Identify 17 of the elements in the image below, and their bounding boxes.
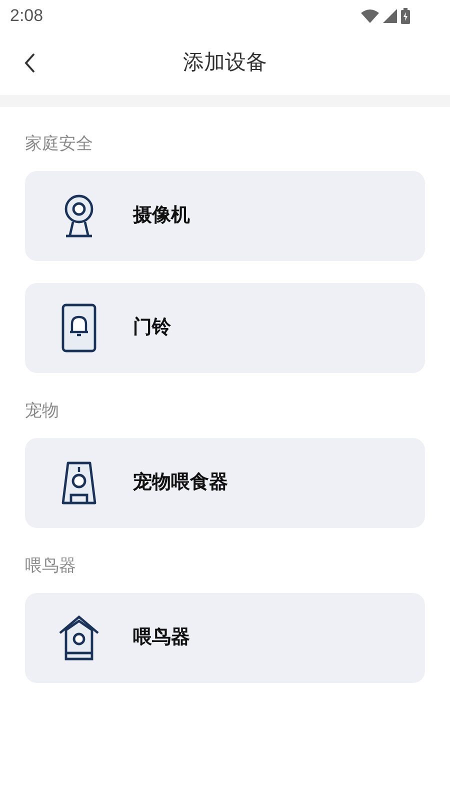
doorbell-icon xyxy=(61,303,97,353)
device-card[interactable]: 摄像机 xyxy=(25,171,425,261)
section-title: 宠物 xyxy=(25,400,60,422)
device-card[interactable]: 喂鸟器 xyxy=(25,593,425,683)
status-time: 2:08 xyxy=(10,4,44,27)
section-title: 家庭安全 xyxy=(25,133,94,155)
webcam-icon xyxy=(62,194,96,238)
back-icon xyxy=(24,53,36,73)
device-card[interactable]: 门铃 xyxy=(25,283,425,373)
device-card[interactable]: 宠物喂食器 xyxy=(25,438,425,528)
section-title: 喂鸟器 xyxy=(25,555,77,577)
signal-icon xyxy=(383,8,397,22)
battery-icon xyxy=(401,8,410,24)
birdhouse-icon xyxy=(58,614,100,662)
page-title: 添加设备 xyxy=(183,50,267,76)
feeder-icon xyxy=(61,461,97,505)
wifi-icon xyxy=(361,8,379,22)
